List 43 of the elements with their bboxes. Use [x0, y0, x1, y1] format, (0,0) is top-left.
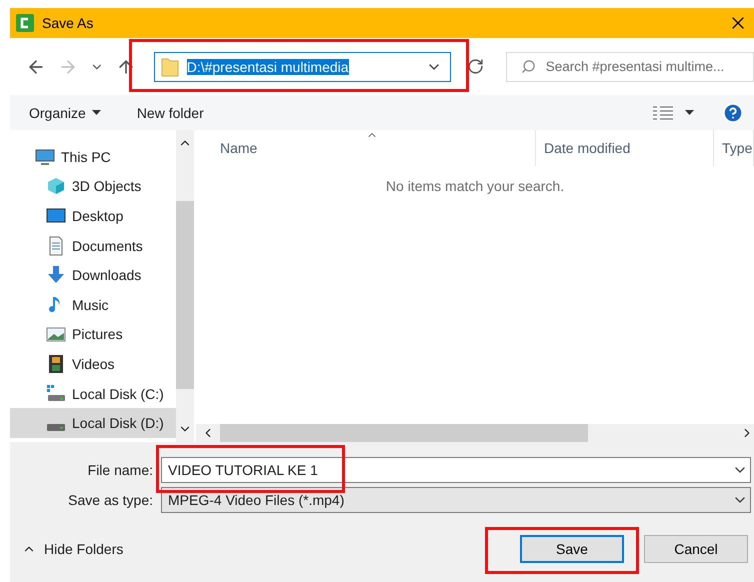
- help-icon[interactable]: [722, 102, 744, 124]
- list-view-icon: [653, 106, 673, 120]
- view-options-button[interactable]: [653, 106, 694, 120]
- field-label: File name:: [86, 462, 154, 478]
- file-name-field[interactable]: VIDEO TUTORIAL KE 1: [161, 456, 751, 482]
- file-type-dropdown[interactable]: MPEG-4 Video Files (*.mp4): [161, 486, 751, 512]
- new-folder-button[interactable]: New folder: [136, 104, 204, 120]
- sidebar-item[interactable]: This PC: [10, 142, 176, 172]
- film-icon: [46, 354, 66, 374]
- window-title: Save As: [42, 15, 94, 31]
- search-icon: [520, 59, 536, 74]
- field-label: Save as type:: [67, 492, 154, 508]
- column-header[interactable]: Name: [196, 130, 536, 166]
- sidebar-item[interactable]: Videos: [10, 349, 176, 379]
- search-field[interactable]: Search #presentasi multime...: [506, 52, 754, 82]
- empty-message: No items match your search.: [386, 178, 564, 194]
- hide-folders-button[interactable]: Hide Folders: [22, 541, 124, 557]
- sidebar-item[interactable]: Pictures: [10, 320, 176, 350]
- drive-icon: [46, 424, 66, 431]
- caret-icon: [92, 110, 101, 116]
- folder-icon: [160, 56, 179, 76]
- column-header[interactable]: Date modified: [536, 130, 714, 166]
- sidebar-item[interactable]: Downloads: [10, 260, 176, 290]
- download-icon: [46, 265, 66, 286]
- dialog-button[interactable]: Cancel: [644, 535, 748, 563]
- caret-icon: [685, 110, 694, 116]
- vertical-scrollbar[interactable]: [176, 130, 194, 442]
- refresh-button[interactable]: [466, 58, 484, 75]
- address-bar[interactable]: D:\#presentasi multimedia: [154, 52, 451, 82]
- drive-icon: [46, 384, 66, 404]
- sidebar-item[interactable]: Music: [10, 290, 176, 320]
- dialog-button[interactable]: Save: [520, 535, 624, 563]
- sidebar-item[interactable]: 3D Objects: [10, 172, 176, 202]
- cube-icon: [46, 176, 66, 196]
- horizontal-scrollbar[interactable]: [196, 424, 754, 442]
- sidebar-item[interactable]: Local Disk (D:): [10, 408, 176, 438]
- column-header[interactable]: Type: [714, 130, 754, 166]
- sidebar-item[interactable]: Desktop: [10, 201, 176, 231]
- computer-icon: [35, 146, 55, 167]
- app-logo-icon: [16, 14, 34, 32]
- organize-button[interactable]: Organize: [29, 104, 101, 120]
- sidebar-item[interactable]: Documents: [10, 230, 176, 260]
- sidebar-item[interactable]: Local Disk (C:): [10, 378, 176, 408]
